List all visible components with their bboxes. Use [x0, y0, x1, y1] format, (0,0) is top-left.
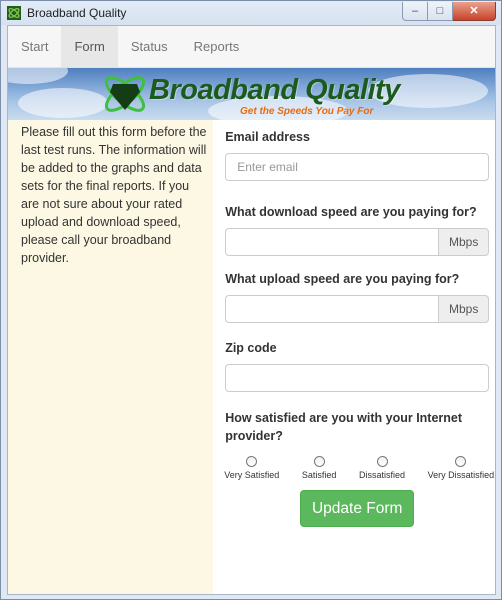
email-placeholder: Enter email [237, 160, 298, 174]
download-speed-group: Mbps [225, 228, 490, 256]
close-button[interactable]: ✕ [453, 1, 496, 21]
logo-globe-icon [104, 76, 146, 112]
update-form-button[interactable]: Update Form [300, 490, 415, 527]
satisfaction-radio-group: Very Satisfied Satisfied Dissatisfied Ve… [224, 456, 494, 480]
download-speed-label: What download speed are you paying for? [225, 205, 477, 219]
zip-code-input[interactable] [225, 364, 490, 392]
maximize-icon: □ [436, 4, 444, 17]
banner-title: Broadband Quality [149, 74, 400, 106]
nav-tab-reports[interactable]: Reports [181, 26, 253, 67]
upload-unit-addon: Mbps [438, 295, 490, 323]
email-field[interactable]: Enter email [225, 153, 490, 181]
minimize-icon: – [411, 4, 419, 17]
radio-dissatisfied[interactable] [376, 456, 388, 467]
survey-form: Email address Enter email What download … [213, 120, 495, 594]
app-icon [7, 6, 21, 20]
radio-very-satisfied[interactable] [246, 456, 258, 467]
maximize-button[interactable]: □ [428, 1, 453, 21]
download-speed-input[interactable] [225, 228, 439, 256]
nav-tab-start[interactable]: Start [8, 26, 61, 67]
window-controls: – □ ✕ [402, 1, 496, 21]
intro-panel: Please fill out this form before the las… [8, 120, 214, 594]
minimize-button[interactable]: – [402, 1, 428, 21]
window-title: Broadband Quality [27, 6, 127, 20]
close-icon: ✕ [469, 5, 479, 17]
banner-tagline: Get the Speeds You Pay For [240, 106, 374, 117]
email-label: Email address [225, 130, 310, 144]
satisfaction-option: Very Dissatisfied [427, 456, 495, 480]
intro-text: Please fill out this form before the las… [21, 125, 207, 265]
radio-label: Dissatisfied [359, 470, 406, 480]
radio-very-dissatisfied[interactable] [455, 456, 467, 467]
satisfaction-option: Very Satisfied [224, 456, 279, 480]
radio-label: Very Satisfied [224, 470, 280, 480]
radio-label: Satisfied [301, 470, 337, 480]
header-banner: Broadband Quality Get the Speeds You Pay… [8, 68, 495, 120]
download-unit-addon: Mbps [438, 228, 490, 256]
nav-tab-status[interactable]: Status [118, 26, 181, 67]
satisfaction-label: How satisfied are you with your Internet… [225, 411, 463, 443]
app-window: Broadband Quality – □ ✕ Start Form Statu… [0, 0, 502, 600]
navbar: Start Form Status Reports [8, 26, 495, 68]
main-content: Please fill out this form before the las… [8, 120, 495, 594]
radio-satisfied[interactable] [313, 456, 325, 467]
app-content: Start Form Status Reports Broadband Qual… [7, 25, 496, 595]
upload-speed-input[interactable] [225, 295, 439, 323]
satisfaction-option: Dissatisfied [359, 456, 405, 480]
upload-speed-group: Mbps [225, 295, 490, 323]
title-bar[interactable]: Broadband Quality – □ ✕ [1, 1, 501, 25]
submit-row: Update Form [225, 490, 489, 527]
satisfaction-option: Satisfied [301, 456, 337, 480]
upload-speed-label: What upload speed are you paying for? [225, 272, 460, 286]
zip-code-label: Zip code [225, 341, 277, 355]
nav-tab-form[interactable]: Form [61, 26, 118, 67]
radio-label: Very Dissatisfied [427, 470, 495, 480]
